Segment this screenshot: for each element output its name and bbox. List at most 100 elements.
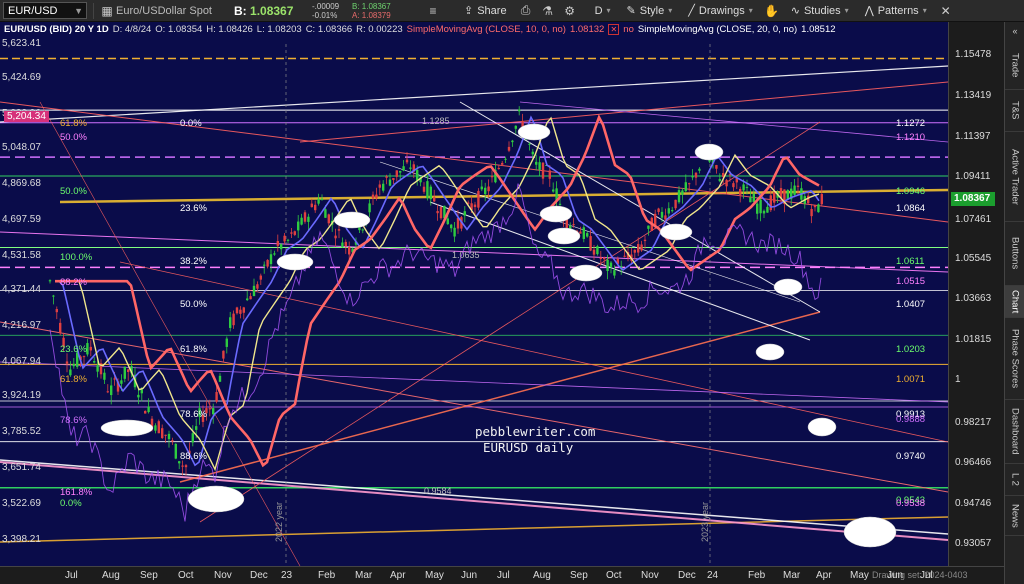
- candle-body: [337, 229, 341, 231]
- candle-body: [817, 204, 820, 213]
- time-tick: Nov: [214, 570, 232, 581]
- price-tick-right: 0.96466: [955, 457, 992, 468]
- candle-body: [399, 170, 402, 173]
- sidebar-tab-dashboard[interactable]: Dashboard: [1005, 400, 1024, 464]
- time-axis[interactable]: Drawing set: 2024-0403 Jul Aug Sep Oct Nov De…: [0, 566, 1004, 584]
- target-ellipse: [276, 253, 314, 271]
- time-tick: Jul: [497, 570, 510, 581]
- patterns-icon: ⋀: [864, 5, 874, 17]
- candle-body: [184, 465, 188, 468]
- sma20-value: 1.08512: [801, 24, 836, 35]
- trend-line: [0, 459, 948, 535]
- candle-body: [688, 183, 691, 185]
- hand-icon[interactable]: ✋: [761, 0, 783, 22]
- candle-body: [263, 264, 266, 266]
- candle-body: [592, 249, 596, 255]
- sidebar-tab-news[interactable]: News: [1005, 496, 1024, 536]
- close-icon[interactable]: ✕: [935, 0, 957, 22]
- price-chart[interactable]: 0.0% 23.6% 38.2% 50.0% 61.8% 78.6% 88.6% 0.0% 61…: [0, 22, 948, 566]
- price-tick-left: 4,067.94: [2, 356, 41, 367]
- target-ellipse: [187, 485, 245, 513]
- candle-body: [453, 227, 456, 237]
- candle-body: [684, 182, 687, 192]
- chevron-down-icon: ▾: [844, 6, 849, 15]
- print-icon[interactable]: ⎙: [515, 0, 537, 22]
- candle-body: [793, 185, 796, 195]
- time-tick: Oct: [178, 570, 194, 581]
- drawings-icon: ╱: [688, 5, 695, 17]
- studies-button[interactable]: ∿ Studies ▾: [783, 0, 857, 22]
- price-axis-right[interactable]: 1.08367 1.15478 1.13419 1.11397 1.09411 1.07…: [948, 22, 1004, 566]
- candle-body: [300, 217, 303, 225]
- symbol-selector[interactable]: EUR/USD ▼: [3, 2, 87, 19]
- candle-body: [106, 391, 109, 393]
- fib-label: 88.2%: [60, 277, 87, 288]
- sma20-label: SimpleMovingAvg (CLOSE, 20, 0, no): [637, 24, 798, 35]
- candle-body: [348, 247, 351, 255]
- sidebar-tab-l-2[interactable]: L 2: [1005, 464, 1024, 496]
- sidebar-tab-trade[interactable]: Trade: [1005, 42, 1024, 90]
- candle-body: [762, 210, 766, 214]
- share-button[interactable]: ⇪ Share: [456, 0, 515, 22]
- trend-line: [429, 201, 811, 341]
- candle-body: [82, 356, 86, 358]
- sidebar-tab-chart[interactable]: Chart: [1005, 286, 1024, 318]
- candle-body: [361, 229, 364, 231]
- candle-body: [637, 244, 640, 253]
- gear-icon[interactable]: ⚙: [559, 0, 581, 22]
- chart-note: 1.1285: [422, 116, 450, 126]
- candle-body: [137, 394, 140, 398]
- sidebar-tab-buttons[interactable]: Buttons: [1005, 222, 1024, 286]
- studies-icon: ∿: [790, 5, 800, 17]
- candle-body: [820, 194, 823, 205]
- candle-body: [246, 298, 249, 301]
- sidebar-tab-t-s[interactable]: T&S: [1005, 90, 1024, 132]
- candle-body: [140, 389, 143, 394]
- sidebar-tab-active-trader[interactable]: Active Trader: [1005, 132, 1024, 222]
- candle-body: [164, 434, 167, 436]
- chart-date: D: 4/8/24: [112, 24, 152, 35]
- candle-body: [154, 425, 157, 431]
- hamburger-menu-icon[interactable]: ≡: [422, 0, 444, 22]
- trend-line: [0, 101, 948, 223]
- target-ellipse: [333, 211, 371, 229]
- candle-body: [252, 285, 256, 297]
- sma10-close-icon[interactable]: ✕: [608, 24, 620, 35]
- flask-icon[interactable]: ⚗: [537, 0, 559, 22]
- style-button[interactable]: ✎ Style ▾: [619, 0, 681, 22]
- left-axis-badge: 5,204.34: [4, 111, 49, 122]
- candle-body: [548, 170, 551, 179]
- collapse-icon[interactable]: «: [1005, 22, 1024, 40]
- chevron-down-icon: ▼: [74, 5, 83, 16]
- fib-label: 161.8%: [60, 487, 93, 498]
- price-tick-left: 4,869.68: [2, 178, 41, 189]
- style-icon: ✎: [626, 5, 636, 17]
- symbol-value: EUR/USD: [8, 4, 58, 17]
- sidebar-tab-phase-scores[interactable]: Phase Scores: [1005, 318, 1024, 400]
- candle-body: [422, 186, 426, 192]
- chart-canvas[interactable]: 0.0% 23.6% 38.2% 50.0% 61.8% 78.6% 88.6% 0.0% 61…: [0, 22, 948, 566]
- candle-body: [732, 183, 735, 188]
- target-ellipse: [807, 417, 837, 437]
- candle-body: [657, 208, 660, 212]
- time-tick: 24: [707, 570, 719, 581]
- trend-line: [119, 261, 948, 443]
- price-tick-right: 1.03663: [955, 293, 992, 304]
- patterns-button[interactable]: ⋀ Patterns ▾: [857, 0, 935, 22]
- year-label: 2022 year: [274, 502, 284, 542]
- chart-note: 1.0635: [452, 250, 480, 260]
- candle-body: [813, 205, 817, 208]
- candle-body: [120, 380, 123, 384]
- candle-body: [480, 186, 483, 190]
- time-tick: Feb: [748, 570, 766, 581]
- change-readout: -.00009 -0.01%: [312, 1, 340, 20]
- drawings-button[interactable]: ╱ Drawings ▾: [680, 0, 761, 22]
- candle-body: [579, 231, 582, 234]
- trend-line: [0, 65, 948, 123]
- candle-body: [256, 284, 259, 289]
- fib-label: 50.0%: [60, 132, 87, 143]
- fib-label: 61.8%: [60, 374, 87, 385]
- link-icon[interactable]: ▦: [100, 0, 114, 22]
- price-tick-left: 3,924.19: [2, 390, 41, 401]
- period-selector[interactable]: D ▾: [587, 0, 619, 22]
